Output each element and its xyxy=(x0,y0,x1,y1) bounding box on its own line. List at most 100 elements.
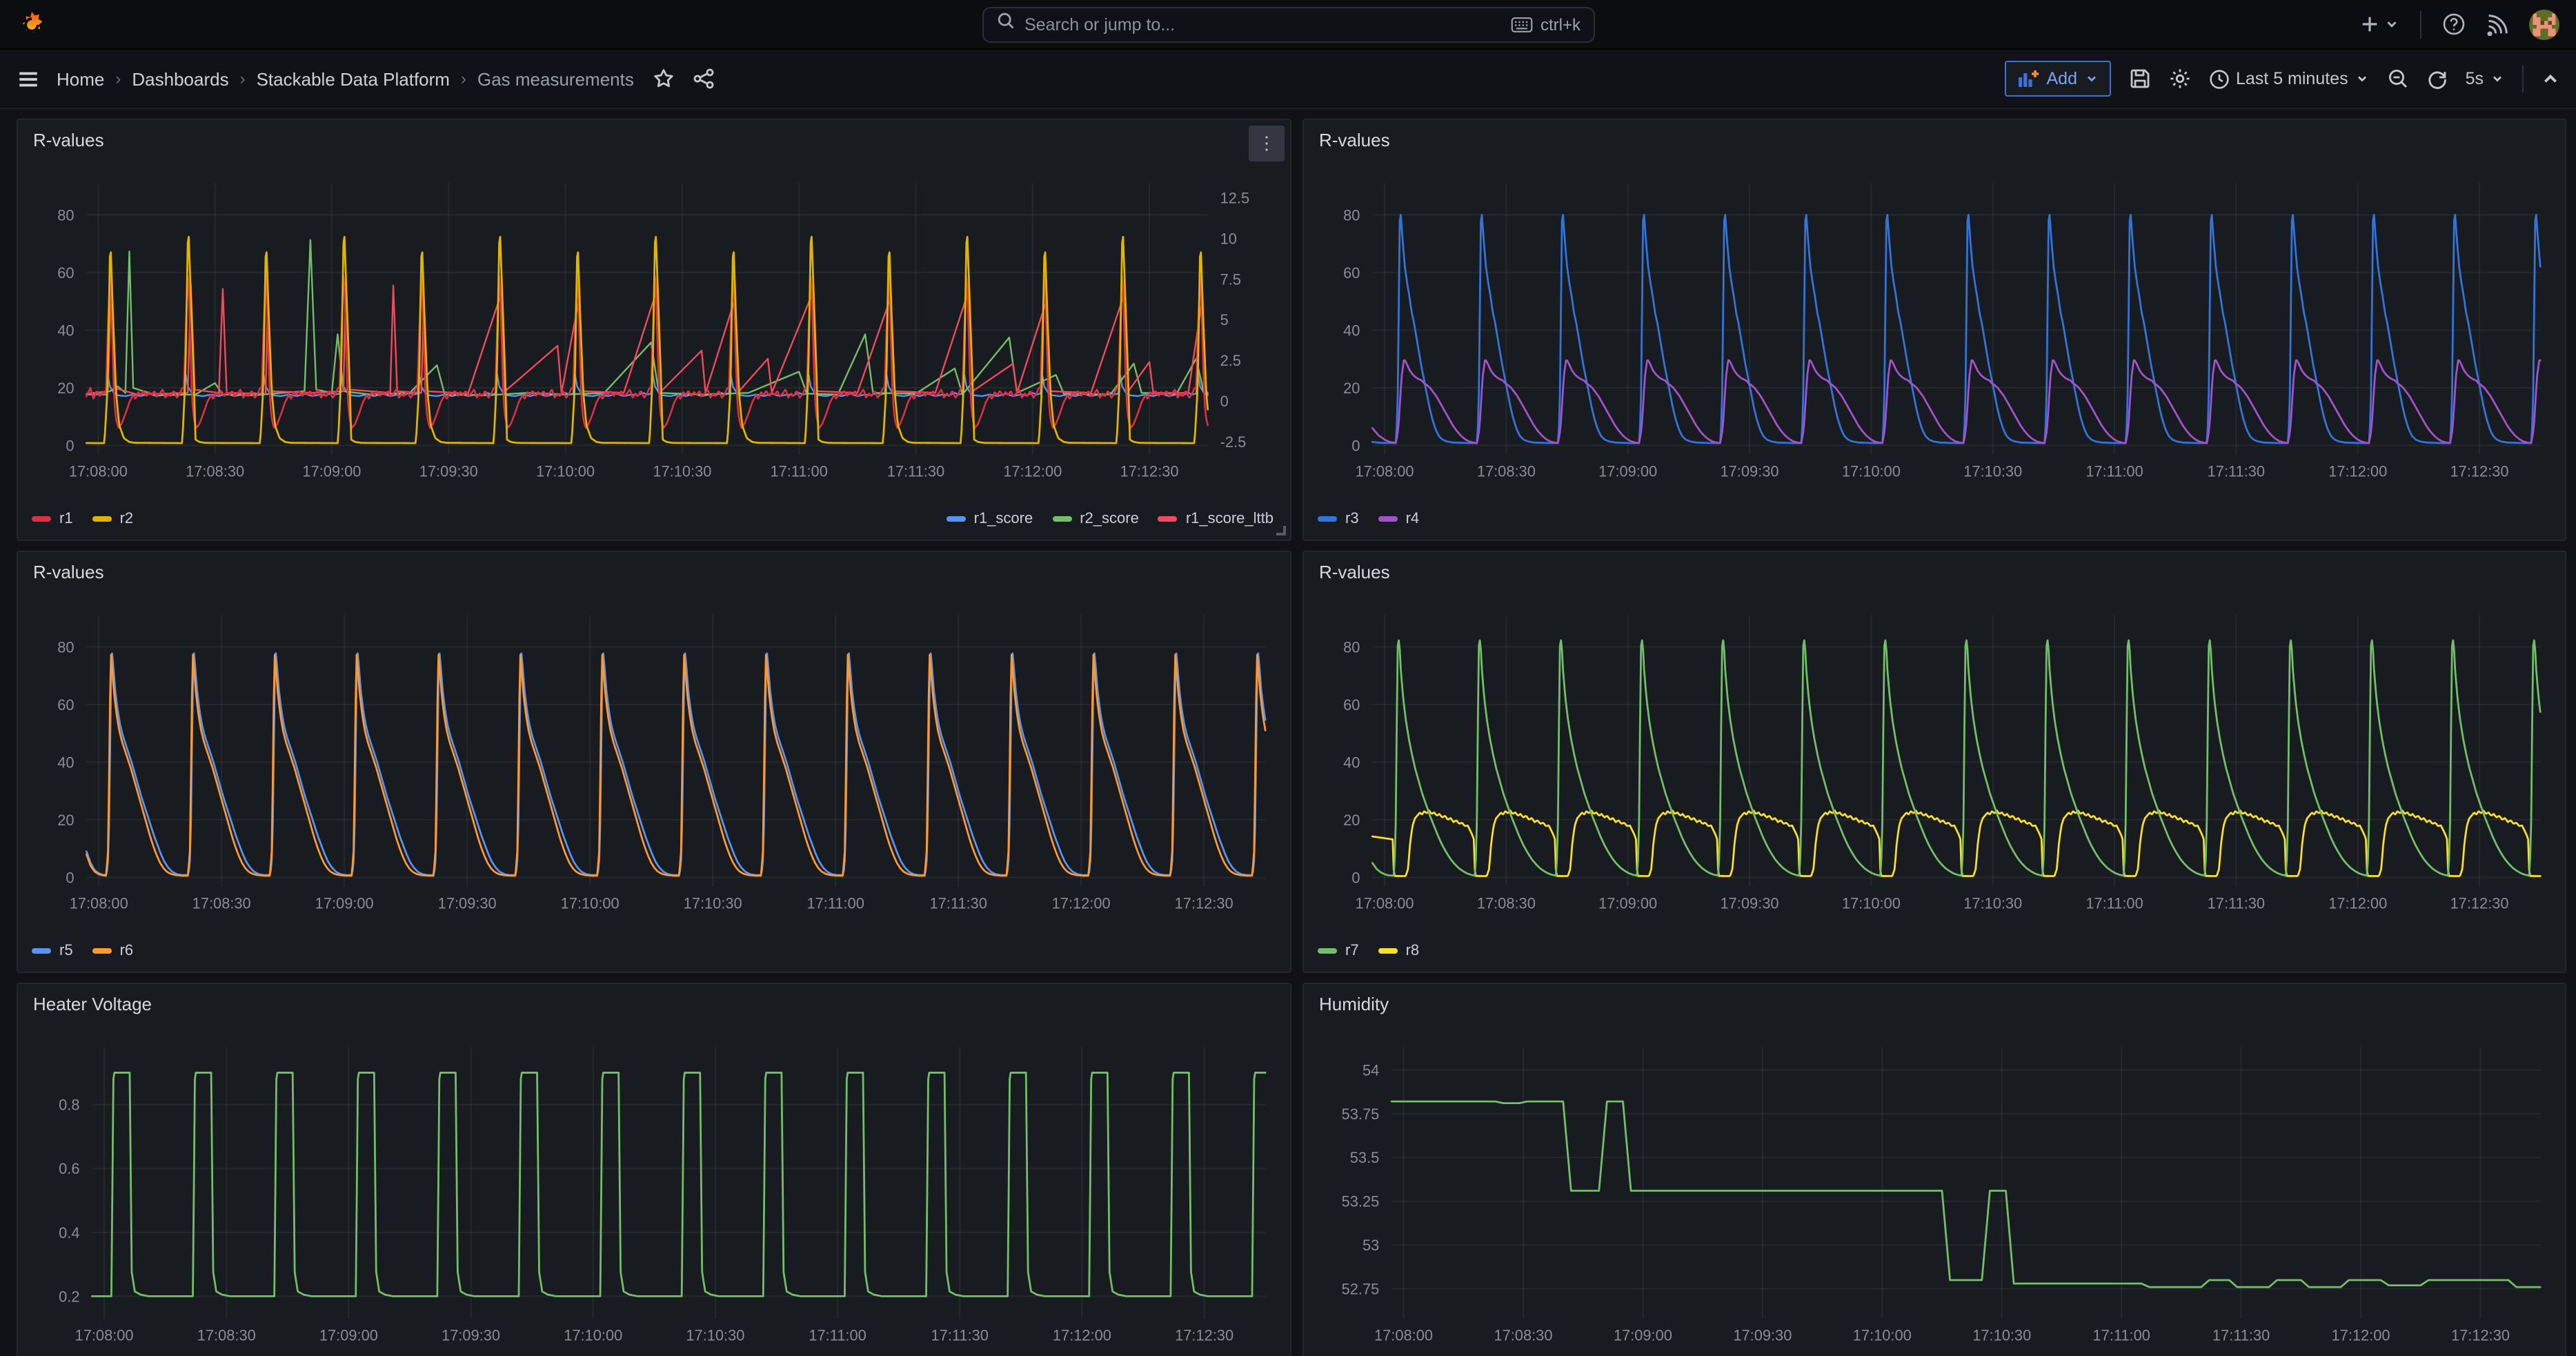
svg-text:17:11:00: 17:11:00 xyxy=(2085,895,2143,912)
svg-text:0.8: 0.8 xyxy=(59,1097,79,1114)
svg-text:17:12:30: 17:12:30 xyxy=(2450,895,2509,912)
toolbar-divider xyxy=(2522,65,2524,92)
add-panel-button[interactable]: Add xyxy=(2005,61,2111,97)
grafana-logo-icon[interactable] xyxy=(17,9,47,39)
legend-swatch xyxy=(92,948,112,954)
time-series-chart[interactable]: 02040608017:08:0017:08:3017:09:0017:09:3… xyxy=(18,552,1290,972)
legend-label: r7 xyxy=(1345,943,1359,959)
svg-text:17:12:00: 17:12:00 xyxy=(2328,895,2387,912)
legend-swatch xyxy=(1318,948,1337,954)
svg-text:0: 0 xyxy=(66,437,74,454)
svg-text:17:08:00: 17:08:00 xyxy=(1355,895,1414,912)
svg-text:0: 0 xyxy=(1351,437,1360,454)
svg-text:60: 60 xyxy=(1343,264,1360,282)
series-r3 xyxy=(1372,215,2540,443)
svg-text:17:11:30: 17:11:30 xyxy=(2212,1327,2270,1344)
share-icon xyxy=(693,68,715,90)
legend-item-r4[interactable]: r4 xyxy=(1378,511,1420,527)
time-series-chart[interactable]: 02040608017:08:0017:08:3017:09:0017:09:3… xyxy=(1304,552,2565,972)
svg-text:17:08:00: 17:08:00 xyxy=(69,463,128,480)
legend-item-r3[interactable]: r3 xyxy=(1318,511,1359,527)
panel-r-values-4: R-values02040608017:08:0017:08:3017:09:0… xyxy=(1302,551,2566,973)
favorite-button[interactable] xyxy=(653,68,675,90)
svg-text:10: 10 xyxy=(1220,230,1237,247)
time-series-chart[interactable]: 52.755353.2553.553.755417:08:0017:08:301… xyxy=(1304,984,2565,1356)
legend-label: r1_score xyxy=(974,511,1033,527)
legend-swatch xyxy=(1378,948,1398,954)
svg-text:17:10:30: 17:10:30 xyxy=(1963,463,2022,480)
legend-item-r2[interactable]: r2 xyxy=(92,511,134,527)
svg-text:60: 60 xyxy=(57,264,74,282)
share-button[interactable] xyxy=(693,68,715,90)
new-menu-button[interactable] xyxy=(2359,14,2399,35)
panel-humidity-6: Humidity52.755353.2553.553.755417:08:001… xyxy=(1302,983,2566,1356)
search-icon xyxy=(995,11,1015,37)
svg-text:17:09:00: 17:09:00 xyxy=(1614,1327,1672,1344)
svg-text:17:11:30: 17:11:30 xyxy=(931,1327,989,1344)
breadcrumb-dashboards[interactable]: Dashboards xyxy=(132,68,228,89)
svg-text:17:10:30: 17:10:30 xyxy=(686,1327,744,1344)
news-button[interactable] xyxy=(2486,13,2508,35)
svg-text:17:12:30: 17:12:30 xyxy=(1175,1327,1233,1344)
legend-item-r8[interactable]: r8 xyxy=(1378,943,1420,959)
grafana-app: ctrl+k xyxy=(0,0,2576,1356)
svg-text:0: 0 xyxy=(66,869,74,886)
time-series-chart[interactable]: 020406080-2.502.557.51012.517:08:0017:08… xyxy=(18,120,1290,540)
breadcrumb-home[interactable]: Home xyxy=(57,68,104,89)
legend-item-r1_score[interactable]: r1_score xyxy=(947,511,1033,527)
time-series-chart[interactable]: 0.20.40.60.817:08:0017:08:3017:09:0017:0… xyxy=(18,984,1290,1356)
dashboard-settings-button[interactable] xyxy=(2168,68,2190,90)
legend-label: r2 xyxy=(120,511,134,527)
time-range-picker[interactable]: Last 5 minutes xyxy=(2208,68,2369,89)
legend-item-r2_score[interactable]: r2_score xyxy=(1052,511,1139,527)
hamburger-icon xyxy=(17,67,40,90)
global-search[interactable]: ctrl+k xyxy=(982,6,1594,42)
panel-legend: r5 r6 xyxy=(32,943,1274,959)
save-dashboard-button[interactable] xyxy=(2128,68,2150,90)
legend-item-r1[interactable]: r1 xyxy=(32,511,73,527)
rss-icon xyxy=(2486,13,2508,35)
series-heatervoltage xyxy=(92,1072,1265,1296)
svg-text:60: 60 xyxy=(57,696,74,714)
svg-text:53.75: 53.75 xyxy=(1342,1106,1380,1123)
legend-swatch xyxy=(32,948,51,954)
svg-text:17:12:30: 17:12:30 xyxy=(2450,463,2509,480)
svg-text:17:12:30: 17:12:30 xyxy=(2451,1327,2510,1344)
legend-item-r7[interactable]: r7 xyxy=(1318,943,1359,959)
breadcrumb-current-dashboard: Gas measurements xyxy=(477,68,634,89)
mega-menu-toggle[interactable] xyxy=(17,67,40,90)
svg-text:52.75: 52.75 xyxy=(1342,1281,1380,1298)
svg-text:17:09:00: 17:09:00 xyxy=(302,463,361,480)
legend-item-r6[interactable]: r6 xyxy=(92,943,134,959)
svg-text:17:12:30: 17:12:30 xyxy=(1175,895,1233,912)
time-series-chart[interactable]: 02040608017:08:0017:08:3017:09:0017:09:3… xyxy=(1304,120,2565,540)
refresh-button[interactable] xyxy=(2427,68,2448,89)
panel-r-values-3: R-values02040608017:08:0017:08:3017:09:0… xyxy=(17,551,1291,973)
user-avatar[interactable] xyxy=(2529,9,2559,39)
svg-text:17:09:00: 17:09:00 xyxy=(315,895,374,912)
legend-swatch xyxy=(92,516,112,522)
legend-swatch xyxy=(1158,516,1178,522)
legend-swatch xyxy=(1318,516,1337,522)
svg-text:17:11:30: 17:11:30 xyxy=(2208,895,2265,912)
breadcrumb-folder[interactable]: Stackable Data Platform xyxy=(257,68,450,89)
svg-text:40: 40 xyxy=(1343,322,1360,339)
svg-text:17:12:00: 17:12:00 xyxy=(1053,1327,1111,1344)
search-input[interactable] xyxy=(1024,14,1502,34)
svg-text:80: 80 xyxy=(1343,638,1360,656)
svg-text:40: 40 xyxy=(57,754,74,771)
panel-heater-voltage-5: Heater Voltage0.20.40.60.817:08:0017:08:… xyxy=(17,983,1291,1356)
panel-resize-handle[interactable] xyxy=(1276,526,1286,535)
svg-text:17:09:30: 17:09:30 xyxy=(1733,1327,1792,1344)
legend-item-r5[interactable]: r5 xyxy=(32,943,73,959)
zoom-out-time-button[interactable] xyxy=(2387,68,2409,90)
svg-text:17:09:30: 17:09:30 xyxy=(419,463,478,480)
collapse-toolbar-button[interactable] xyxy=(2542,70,2559,88)
svg-text:17:09:30: 17:09:30 xyxy=(438,895,497,912)
svg-text:17:08:30: 17:08:30 xyxy=(197,1327,256,1344)
help-button[interactable] xyxy=(2442,12,2466,36)
svg-text:12.5: 12.5 xyxy=(1220,190,1250,207)
legend-item-r1_score_lttb[interactable]: r1_score_lttb xyxy=(1158,511,1274,527)
refresh-interval-picker[interactable]: 5s xyxy=(2466,69,2504,88)
panel-r-values-1: R-values⋮020406080-2.502.557.51012.517:0… xyxy=(17,119,1291,541)
